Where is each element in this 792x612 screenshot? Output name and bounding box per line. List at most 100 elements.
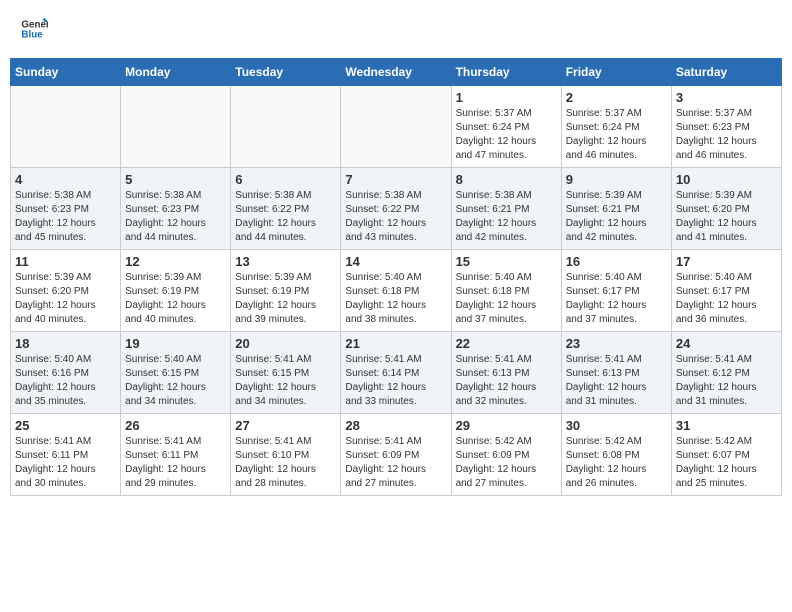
day-header-sunday: Sunday <box>11 59 121 86</box>
calendar-cell: 11Sunrise: 5:39 AMSunset: 6:20 PMDayligh… <box>11 250 121 332</box>
day-info: Sunrise: 5:41 AMSunset: 6:14 PMDaylight:… <box>345 353 446 409</box>
day-info: Sunrise: 5:40 AMSunset: 6:15 PMDaylight:… <box>125 353 226 409</box>
day-info: Sunrise: 5:40 AMSunset: 6:18 PMDaylight:… <box>345 271 446 327</box>
day-info: Sunrise: 5:41 AMSunset: 6:13 PMDaylight:… <box>566 353 667 409</box>
calendar-cell: 5 Sunrise: 5:38 AMSunset: 6:23 PMDaylight… <box>121 168 231 250</box>
calendar-cell: 16Sunrise: 5:40 AMSunset: 6:17 PMDayligh… <box>561 250 671 332</box>
day-number: 26 <box>125 418 226 433</box>
calendar-cell: 27 Sunrise: 5:41 AMSunset: 6:10 PMDayligh… <box>231 414 341 496</box>
day-number: 13 <box>235 254 336 269</box>
day-info: Sunrise: 5:40 AMSunset: 6:17 PMDaylight:… <box>676 271 777 327</box>
calendar-cell: 8 Sunrise: 5:38 AMSunset: 6:21 PMDaylight… <box>451 168 561 250</box>
day-number: 23 <box>566 336 667 351</box>
svg-text:Blue: Blue <box>21 29 43 40</box>
calendar-cell: 12 Sunrise: 5:39 AMSunset: 6:19 PMDayligh… <box>121 250 231 332</box>
day-info: Sunrise: 5:38 AMSunset: 6:22 PMDaylight:… <box>235 189 336 245</box>
calendar-week-row: 1 Sunrise: 5:37 AMSunset: 6:24 PMDaylight… <box>11 86 782 168</box>
day-header-monday: Monday <box>121 59 231 86</box>
day-info: Sunrise: 5:39 AMSunset: 6:19 PMDaylight:… <box>125 271 226 327</box>
day-number: 7 <box>345 172 446 187</box>
day-info: Sunrise: 5:39 AMSunset: 6:21 PMDaylight:… <box>566 189 667 245</box>
calendar-cell: 7 Sunrise: 5:38 AMSunset: 6:22 PMDaylight… <box>341 168 451 250</box>
day-number: 21 <box>345 336 446 351</box>
day-info: Sunrise: 5:37 AMSunset: 6:24 PMDaylight:… <box>456 107 557 163</box>
calendar-cell: 15Sunrise: 5:40 AMSunset: 6:18 PMDayligh… <box>451 250 561 332</box>
day-number: 29 <box>456 418 557 433</box>
day-info: Sunrise: 5:39 AMSunset: 6:20 PMDaylight:… <box>676 189 777 245</box>
calendar-week-row: 11Sunrise: 5:39 AMSunset: 6:20 PMDayligh… <box>11 250 782 332</box>
day-info: Sunrise: 5:40 AMSunset: 6:16 PMDaylight:… <box>15 353 116 409</box>
calendar-header-row: SundayMondayTuesdayWednesdayThursdayFrid… <box>11 59 782 86</box>
day-number: 5 <box>125 172 226 187</box>
logo: General Blue <box>20 15 52 43</box>
day-number: 27 <box>235 418 336 433</box>
day-number: 6 <box>235 172 336 187</box>
day-number: 30 <box>566 418 667 433</box>
page-header: General Blue <box>10 10 782 48</box>
day-header-friday: Friday <box>561 59 671 86</box>
calendar-cell: 19 Sunrise: 5:40 AMSunset: 6:15 PMDayligh… <box>121 332 231 414</box>
day-info: Sunrise: 5:40 AMSunset: 6:18 PMDaylight:… <box>456 271 557 327</box>
calendar-cell: 30 Sunrise: 5:42 AMSunset: 6:08 PMDayligh… <box>561 414 671 496</box>
calendar-cell: 29 Sunrise: 5:42 AMSunset: 6:09 PMDayligh… <box>451 414 561 496</box>
calendar-table: SundayMondayTuesdayWednesdayThursdayFrid… <box>10 58 782 496</box>
day-info: Sunrise: 5:42 AMSunset: 6:07 PMDaylight:… <box>676 435 777 491</box>
day-number: 2 <box>566 90 667 105</box>
day-number: 8 <box>456 172 557 187</box>
day-info: Sunrise: 5:38 AMSunset: 6:21 PMDaylight:… <box>456 189 557 245</box>
calendar-cell <box>341 86 451 168</box>
day-number: 4 <box>15 172 116 187</box>
day-info: Sunrise: 5:41 AMSunset: 6:11 PMDaylight:… <box>15 435 116 491</box>
day-info: Sunrise: 5:37 AMSunset: 6:24 PMDaylight:… <box>566 107 667 163</box>
calendar-cell: 22Sunrise: 5:41 AMSunset: 6:13 PMDayligh… <box>451 332 561 414</box>
day-header-saturday: Saturday <box>671 59 781 86</box>
day-header-tuesday: Tuesday <box>231 59 341 86</box>
calendar-cell: 25 Sunrise: 5:41 AMSunset: 6:11 PMDayligh… <box>11 414 121 496</box>
calendar-cell: 2 Sunrise: 5:37 AMSunset: 6:24 PMDaylight… <box>561 86 671 168</box>
day-number: 14 <box>345 254 446 269</box>
day-info: Sunrise: 5:41 AMSunset: 6:09 PMDaylight:… <box>345 435 446 491</box>
day-number: 31 <box>676 418 777 433</box>
day-info: Sunrise: 5:41 AMSunset: 6:11 PMDaylight:… <box>125 435 226 491</box>
calendar-cell: 4 Sunrise: 5:38 AMSunset: 6:23 PMDaylight… <box>11 168 121 250</box>
calendar-cell: 31 Sunrise: 5:42 AMSunset: 6:07 PMDayligh… <box>671 414 781 496</box>
calendar-cell: 23 Sunrise: 5:41 AMSunset: 6:13 PMDayligh… <box>561 332 671 414</box>
day-info: Sunrise: 5:37 AMSunset: 6:23 PMDaylight:… <box>676 107 777 163</box>
day-info: Sunrise: 5:42 AMSunset: 6:08 PMDaylight:… <box>566 435 667 491</box>
day-info: Sunrise: 5:41 AMSunset: 6:10 PMDaylight:… <box>235 435 336 491</box>
day-number: 20 <box>235 336 336 351</box>
calendar-week-row: 18 Sunrise: 5:40 AMSunset: 6:16 PMDayligh… <box>11 332 782 414</box>
day-number: 1 <box>456 90 557 105</box>
calendar-cell: 26 Sunrise: 5:41 AMSunset: 6:11 PMDayligh… <box>121 414 231 496</box>
day-info: Sunrise: 5:41 AMSunset: 6:13 PMDaylight:… <box>456 353 557 409</box>
day-number: 24 <box>676 336 777 351</box>
day-info: Sunrise: 5:39 AMSunset: 6:20 PMDaylight:… <box>15 271 116 327</box>
day-info: Sunrise: 5:38 AMSunset: 6:22 PMDaylight:… <box>345 189 446 245</box>
calendar-cell: 3 Sunrise: 5:37 AMSunset: 6:23 PMDaylight… <box>671 86 781 168</box>
day-info: Sunrise: 5:39 AMSunset: 6:19 PMDaylight:… <box>235 271 336 327</box>
calendar-cell: 28Sunrise: 5:41 AMSunset: 6:09 PMDayligh… <box>341 414 451 496</box>
calendar-cell: 18 Sunrise: 5:40 AMSunset: 6:16 PMDayligh… <box>11 332 121 414</box>
calendar-cell <box>11 86 121 168</box>
calendar-cell: 20Sunrise: 5:41 AMSunset: 6:15 PMDayligh… <box>231 332 341 414</box>
day-number: 9 <box>566 172 667 187</box>
day-info: Sunrise: 5:38 AMSunset: 6:23 PMDaylight:… <box>15 189 116 245</box>
calendar-cell: 14 Sunrise: 5:40 AMSunset: 6:18 PMDayligh… <box>341 250 451 332</box>
day-info: Sunrise: 5:42 AMSunset: 6:09 PMDaylight:… <box>456 435 557 491</box>
day-info: Sunrise: 5:38 AMSunset: 6:23 PMDaylight:… <box>125 189 226 245</box>
calendar-cell: 24Sunrise: 5:41 AMSunset: 6:12 PMDayligh… <box>671 332 781 414</box>
day-number: 10 <box>676 172 777 187</box>
day-number: 12 <box>125 254 226 269</box>
day-number: 18 <box>15 336 116 351</box>
calendar-cell <box>121 86 231 168</box>
day-number: 19 <box>125 336 226 351</box>
calendar-cell: 10 Sunrise: 5:39 AMSunset: 6:20 PMDayligh… <box>671 168 781 250</box>
day-number: 3 <box>676 90 777 105</box>
calendar-cell: 1 Sunrise: 5:37 AMSunset: 6:24 PMDaylight… <box>451 86 561 168</box>
day-number: 25 <box>15 418 116 433</box>
day-header-thursday: Thursday <box>451 59 561 86</box>
calendar-cell: 9 Sunrise: 5:39 AMSunset: 6:21 PMDaylight… <box>561 168 671 250</box>
calendar-week-row: 25 Sunrise: 5:41 AMSunset: 6:11 PMDayligh… <box>11 414 782 496</box>
calendar-cell: 17Sunrise: 5:40 AMSunset: 6:17 PMDayligh… <box>671 250 781 332</box>
day-info: Sunrise: 5:40 AMSunset: 6:17 PMDaylight:… <box>566 271 667 327</box>
